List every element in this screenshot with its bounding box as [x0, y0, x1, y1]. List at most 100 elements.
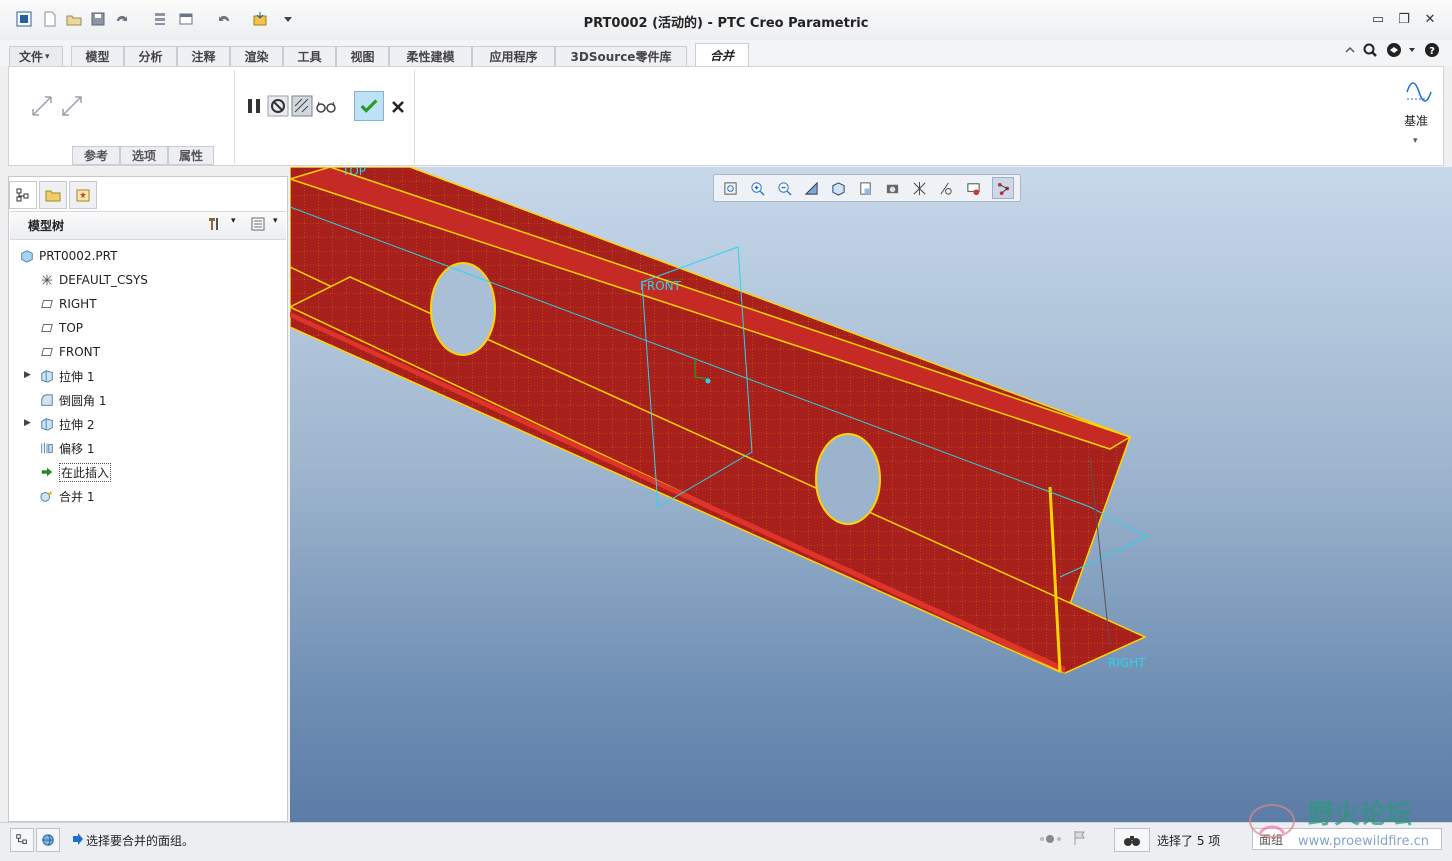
spin-center-icon[interactable]	[962, 177, 984, 199]
minimize-button[interactable]: ▭	[1368, 10, 1388, 28]
tab-model-tree[interactable]	[9, 181, 37, 209]
ribbon-panel	[8, 66, 1444, 166]
hole-2[interactable]	[815, 433, 881, 525]
collapse-ribbon-icon[interactable]	[1340, 40, 1360, 60]
help-icon[interactable]: ?	[1422, 40, 1442, 60]
status-message: 选择要合并的面组。	[86, 834, 195, 848]
tree-item-default-csys[interactable]: DEFAULT_CSYS	[38, 269, 148, 291]
offset-icon	[38, 439, 56, 457]
cancel-button[interactable]	[386, 95, 410, 119]
expand-icon[interactable]: ▶	[24, 418, 34, 428]
message-arrow-icon	[72, 832, 84, 846]
flag-icon[interactable]	[1072, 830, 1088, 846]
verify-glasses-icon[interactable]	[314, 94, 338, 118]
datum-label-front: FRONT	[640, 279, 682, 293]
display-style-icon[interactable]	[827, 177, 849, 199]
show-list-icon[interactable]	[248, 214, 268, 234]
tree-item-label: PRT0002.PRT	[39, 249, 118, 263]
datum-plane-icon	[38, 319, 56, 337]
hole-1[interactable]	[430, 262, 496, 356]
pause-icon[interactable]	[242, 94, 266, 118]
svg-text:?: ?	[1429, 46, 1435, 57]
tab-view[interactable]: 视图	[336, 46, 389, 66]
tree-item-label: DEFAULT_CSYS	[59, 273, 148, 287]
tree-item-insert-here[interactable]: 在此插入	[38, 461, 112, 483]
tab-applications[interactable]: 应用程序	[472, 46, 555, 66]
settings-tools-icon[interactable]	[204, 214, 224, 234]
favorites-icon	[76, 189, 90, 202]
chevron-down-icon[interactable]: ▾	[231, 216, 236, 226]
extrude-icon	[38, 415, 56, 433]
tab-3dsource[interactable]: 3DSource零件库	[555, 46, 687, 66]
datum-label[interactable]: 基准	[1404, 112, 1428, 129]
subtab-references[interactable]: 参考	[72, 146, 120, 165]
tab-favorites[interactable]	[69, 181, 97, 209]
expand-icon[interactable]: ▶	[24, 370, 34, 380]
csys-origin	[705, 378, 711, 384]
find-button[interactable]	[1114, 828, 1150, 852]
tab-tools[interactable]: 工具	[283, 46, 336, 66]
tab-analysis[interactable]: 分析	[124, 46, 177, 66]
chevron-down-icon[interactable]: ▾	[1413, 136, 1418, 146]
insert-arrow-icon	[38, 463, 56, 481]
tab-render[interactable]: 渲染	[230, 46, 283, 66]
scale-icon[interactable]	[30, 94, 54, 118]
tree-item-extrude-2[interactable]: 拉伸 2	[38, 413, 94, 435]
tree-item-round-1[interactable]: 倒圆角 1	[38, 389, 106, 411]
csys-icon	[38, 271, 56, 289]
ok-button[interactable]	[354, 91, 384, 121]
part-icon	[18, 247, 36, 265]
tree-item-label: 合并 1	[59, 489, 95, 504]
chevron-down-icon: ▾	[45, 51, 50, 62]
status-bar	[0, 822, 1452, 861]
datum-display-icon[interactable]	[908, 177, 930, 199]
tree-item-merge-1[interactable]: 合并 1	[38, 485, 94, 507]
graphics-viewport[interactable]: TOP FRONT RIGHT	[290, 167, 1452, 822]
view-manager-icon[interactable]	[881, 177, 903, 199]
chevron-down-icon[interactable]: ▾	[273, 216, 278, 226]
tab-folder-browser[interactable]	[39, 181, 67, 209]
toggle-navigator-button[interactable]	[10, 828, 34, 852]
restore-button[interactable]: ❐	[1394, 10, 1414, 28]
status-indicator-icon	[1036, 832, 1066, 846]
tab-annotate[interactable]: 注释	[177, 46, 230, 66]
saved-orientations-icon[interactable]	[854, 177, 876, 199]
tab-model[interactable]: 模型	[71, 46, 124, 66]
tree-item-extrude-1[interactable]: 拉伸 1	[38, 365, 94, 387]
watermark-title: 野火论坛	[1308, 800, 1412, 830]
tree-item-offset-1[interactable]: 偏移 1	[38, 437, 94, 459]
annotation-display-icon[interactable]	[935, 177, 957, 199]
repaint-icon[interactable]	[800, 177, 822, 199]
no-preview-icon[interactable]	[266, 94, 290, 118]
community-icon[interactable]	[1384, 40, 1404, 60]
subtab-properties[interactable]: 属性	[168, 146, 214, 165]
tree-item-label: 倒圆角 1	[59, 393, 107, 408]
tab-flexible-modeling[interactable]: 柔性建模	[389, 46, 472, 66]
selection-display-icon[interactable]	[992, 177, 1014, 199]
extrude-icon	[38, 367, 56, 385]
tab-file[interactable]: 文件 ▾	[9, 46, 63, 66]
tab-merge[interactable]: 合并	[695, 43, 749, 67]
tree-item-right[interactable]: RIGHT	[38, 293, 97, 315]
datum-plane-icon	[38, 343, 56, 361]
zoom-out-icon[interactable]	[773, 177, 795, 199]
flip-direction-icon[interactable]	[60, 94, 84, 118]
refit-icon[interactable]	[719, 177, 741, 199]
toggle-browser-button[interactable]	[36, 828, 60, 852]
datum-plane-icon	[38, 295, 56, 313]
datum-icon[interactable]	[1404, 74, 1434, 104]
watermark-url: www.proewildfire.cn	[1298, 834, 1429, 849]
zoom-in-icon[interactable]	[746, 177, 768, 199]
ribbon-separator	[234, 70, 235, 164]
chevron-down-icon[interactable]	[1402, 40, 1422, 60]
search-icon[interactable]	[1360, 40, 1380, 60]
tree-item-label: RIGHT	[59, 297, 97, 311]
tree-item-front[interactable]: FRONT	[38, 341, 100, 363]
subtab-options[interactable]: 选项	[120, 146, 168, 165]
tree-item-top[interactable]: TOP	[38, 317, 83, 339]
folder-icon	[45, 190, 61, 202]
tree-item-part[interactable]: PRT0002.PRT	[18, 245, 117, 267]
model-geometry[interactable]: TOP FRONT RIGHT	[290, 167, 1452, 822]
preview-icon[interactable]	[290, 94, 314, 118]
close-button[interactable]: ✕	[1420, 10, 1440, 28]
